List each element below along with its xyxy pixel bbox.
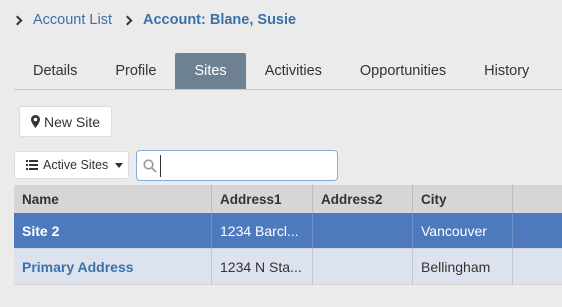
search-icon (143, 158, 157, 173)
column-header-city[interactable]: City (413, 185, 513, 213)
tab-activities[interactable]: Activities (246, 53, 341, 89)
tab-profile[interactable]: Profile (96, 53, 175, 89)
cell-city: Bellingham (413, 249, 513, 284)
tab-history[interactable]: History (465, 53, 548, 89)
list-icon (26, 160, 38, 170)
cell-address1: 1234 N Sta... (212, 249, 313, 284)
cell-address2 (313, 249, 413, 284)
tab-details[interactable]: Details (14, 53, 96, 89)
cell-name[interactable]: Primary Address (14, 249, 212, 284)
tab-opportunities[interactable]: Opportunities (341, 53, 465, 89)
search-box (136, 150, 338, 181)
cell-address1: 1234 Barcl... (212, 213, 313, 248)
tab-bar: Details Profile Sites Activities Opportu… (14, 53, 562, 90)
site-filter-label: Active Sites (43, 158, 109, 172)
column-header-address2[interactable]: Address2 (313, 185, 413, 213)
cell-city: Vancouver (413, 213, 513, 248)
site-filter-dropdown[interactable]: Active Sites (14, 151, 129, 179)
table-row[interactable]: Site 2 1234 Barcl... Vancouver (14, 213, 562, 249)
chevron-right-icon (12, 15, 23, 25)
tab-sites[interactable]: Sites (175, 53, 246, 89)
search-input[interactable] (160, 154, 332, 177)
page-title: Account: Blane, Susie (143, 12, 297, 28)
table-header: Name Address1 Address2 City (14, 185, 562, 213)
map-pin-icon (30, 115, 40, 128)
cell-address2 (313, 213, 413, 248)
column-header-name[interactable]: Name (14, 185, 212, 213)
breadcrumb: Account List Account: Blane, Susie (12, 10, 297, 30)
breadcrumb-account-list-link[interactable]: Account List (33, 12, 112, 28)
column-header-address1[interactable]: Address1 (212, 185, 313, 213)
new-site-label: New Site (43, 113, 101, 130)
new-site-button[interactable]: New Site (19, 106, 112, 137)
sites-table: Name Address1 Address2 City Site 2 1234 … (14, 185, 562, 285)
chevron-right-icon (122, 15, 133, 25)
table-row[interactable]: Primary Address 1234 N Sta... Bellingham (14, 249, 562, 285)
caret-down-icon (115, 162, 124, 168)
cell-name[interactable]: Site 2 (14, 213, 212, 248)
